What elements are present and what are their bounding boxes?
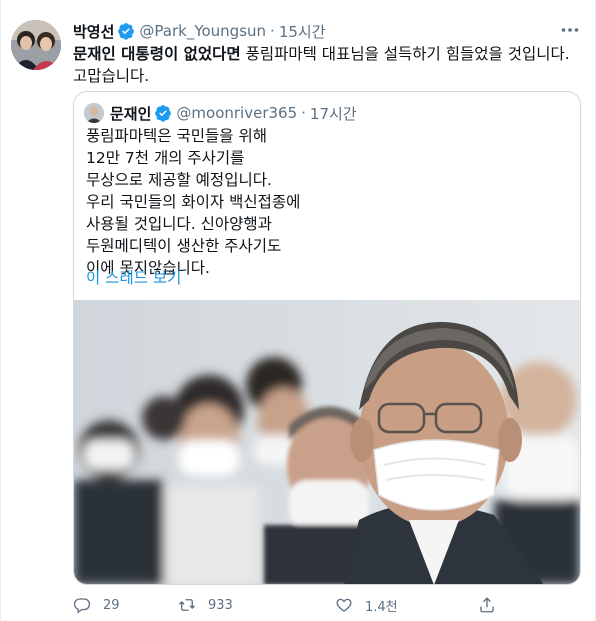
- tweet-timestamp[interactable]: 15시간: [279, 21, 326, 42]
- share-icon: [480, 597, 494, 613]
- reply-icon: [73, 598, 91, 614]
- tweet-text-bold: 문재인 대통령이 없었다면: [73, 45, 241, 63]
- quoted-author-handle[interactable]: @moonriver365: [176, 104, 297, 122]
- retweet-count: 933: [208, 597, 233, 613]
- quoted-tweet-text: 풍림파마텍은 국민들을 위해 12만 7천 개의 주사기를 무상으로 제공할 예…: [86, 125, 566, 279]
- quoted-text-line: 우리 국민들의 화이자 백신접종에: [86, 193, 301, 211]
- tweet-actions: 29 933 1.4천: [73, 594, 513, 616]
- share-button[interactable]: [478, 594, 496, 616]
- separator-dot: ·: [301, 104, 306, 122]
- tweet-card[interactable]: 박영선 @Park_Youngsun · 15시간 문재인 대통령이 없었다면 …: [0, 0, 596, 621]
- show-thread-link[interactable]: 이 스레드 보기: [86, 266, 181, 288]
- quoted-tweet-header: 문재인 @moonriver365 · 17시간: [84, 102, 357, 124]
- quoted-author-avatar: [84, 103, 104, 123]
- reply-button[interactable]: 29: [73, 594, 120, 616]
- quoted-author-name[interactable]: 문재인: [110, 103, 151, 124]
- verified-icon: [154, 104, 172, 122]
- quoted-text-line: 두원메디텍이 생산한 주사기도: [86, 237, 282, 255]
- retweet-button[interactable]: 933: [178, 594, 233, 616]
- quoted-tweet-photo[interactable]: [74, 300, 580, 584]
- quoted-text-line: 12만 7천 개의 주사기를: [86, 149, 245, 167]
- like-count: 1.4천: [365, 599, 398, 615]
- like-icon: [336, 598, 352, 612]
- like-button[interactable]: 1.4천: [335, 594, 398, 616]
- quoted-text-line: 풍림파마텍은 국민들을 위해: [86, 127, 267, 145]
- quoted-tweet-timestamp[interactable]: 17시간: [310, 103, 357, 124]
- quoted-tweet[interactable]: 문재인 @moonriver365 · 17시간 풍림파마텍은 국민들을 위해 …: [73, 91, 581, 585]
- author-handle[interactable]: @Park_Youngsun: [139, 22, 266, 40]
- author-name[interactable]: 박영선: [73, 21, 114, 42]
- quoted-text-line: 무상으로 제공할 예정입니다.: [86, 171, 272, 189]
- tweet-header: 박영선 @Park_Youngsun · 15시간: [73, 20, 326, 42]
- quoted-text-line: 사용될 것입니다. 신아양행과: [86, 215, 272, 233]
- retweet-icon: [179, 599, 195, 611]
- author-avatar[interactable]: [11, 20, 61, 70]
- tweet-text: 문재인 대통령이 없었다면 풍림파마텍 대표님을 설득하기 힘들었을 것입니다.…: [73, 43, 573, 87]
- more-icon[interactable]: [558, 20, 582, 40]
- reply-count: 29: [103, 597, 120, 613]
- separator-dot: ·: [270, 22, 275, 40]
- verified-icon: [117, 22, 135, 40]
